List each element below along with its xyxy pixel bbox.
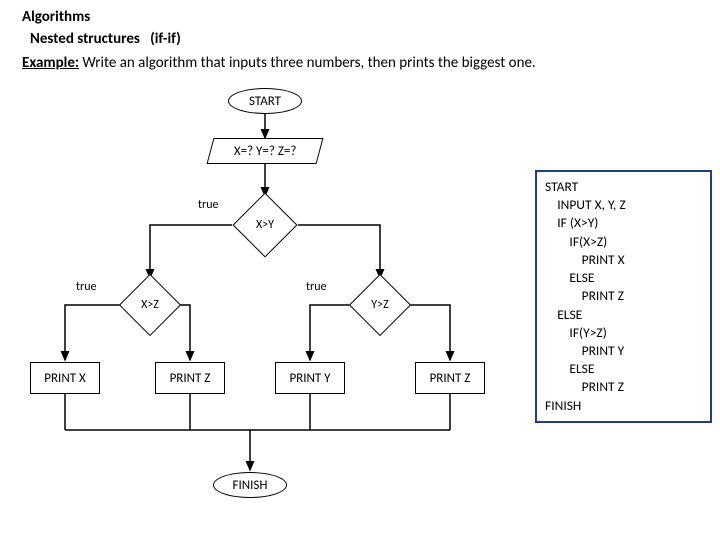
flow-print-z-left-label: PRINT Z [170, 371, 211, 386]
flow-cond-yz-label: Y>Z [371, 298, 388, 312]
flow-start-label: START [249, 94, 281, 109]
flow-cond-xz-label: X>Z [141, 298, 159, 312]
flow-cond-xy: X>Y [232, 192, 297, 257]
true-label-yz: true [306, 280, 326, 294]
true-label-xy: true [198, 198, 218, 212]
true-label-xz: true [76, 280, 96, 294]
flow-print-x: PRINT X [30, 362, 100, 394]
flow-print-z-left: PRINT Z [155, 362, 225, 394]
flow-cond-xz: X>Z [119, 274, 181, 336]
flow-print-z-right: PRINT Z [415, 362, 485, 394]
flow-finish-label: FINISH [233, 478, 268, 493]
flow-input: X=? Y=? Z=? [207, 138, 324, 164]
flow-start: START [228, 88, 302, 114]
flow-print-y-label: PRINT Y [289, 371, 330, 386]
flow-print-y: PRINT Y [275, 362, 345, 394]
pseudocode-box: START INPUT X, Y, Z IF (X>Y) IF(X>Z) PRI… [535, 170, 712, 423]
flow-cond-yz: Y>Z [349, 274, 411, 336]
flow-print-x-label: PRINT X [44, 371, 85, 386]
flow-input-label: X=? Y=? Z=? [234, 144, 297, 159]
flow-finish: FINISH [213, 472, 287, 498]
flow-print-z-right-label: PRINT Z [430, 371, 471, 386]
flow-cond-xy-label: X>Y [256, 218, 274, 232]
